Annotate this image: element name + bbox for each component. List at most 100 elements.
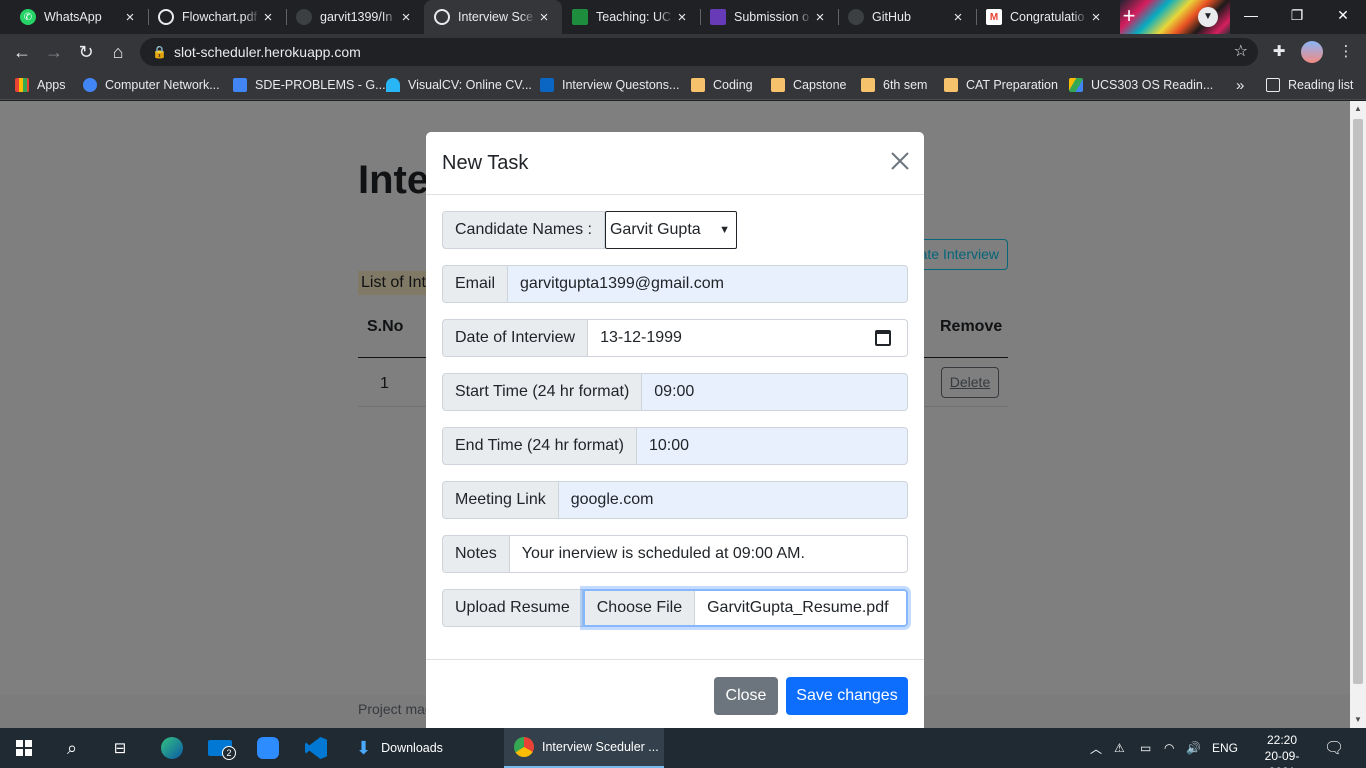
edge-icon[interactable] [148,728,196,768]
tab-search-icon[interactable]: ▼ [1198,7,1218,27]
kebab-menu-icon[interactable]: ⋮ [1336,42,1356,62]
show-hidden-icons-chevron-icon[interactable]: ︿ [1090,728,1102,768]
bookmark-label: Coding [713,78,753,92]
candidate-field-group: Candidate Names : Garvit Gupta ▼ [442,211,908,249]
date-field-group: Date of Interview 13-12-1999 [442,319,908,357]
tab-interview-scheduler[interactable]: Interview Sce × [424,0,562,34]
date-input[interactable]: 13-12-1999 [588,319,908,357]
close-tab-icon[interactable]: × [1088,9,1104,26]
candidate-select[interactable]: Garvit Gupta ▼ [604,211,737,249]
back-arrow-icon[interactable]: ← [10,40,34,64]
save-changes-button[interactable]: Save changes [786,677,908,715]
volume-icon[interactable]: 🔊 [1186,728,1201,768]
notifications-icon[interactable]: 🗨 [1324,728,1344,768]
classroom-icon [572,9,588,25]
vscode-icon[interactable] [292,728,340,768]
reading-list-label: Reading list [1288,78,1354,92]
tab-title: Submission o [734,10,810,24]
taskbar-app-chrome[interactable]: Interview Sceduler ... [504,728,664,768]
start-time-field-group: Start Time (24 hr format) 09:00 [442,373,908,411]
date-value: 13-12-1999 [600,329,682,346]
end-time-input[interactable]: 10:00 [636,427,908,465]
reload-icon[interactable]: ↻ [74,40,98,64]
bookmark-coding[interactable]: Coding [691,70,753,100]
battery-icon[interactable]: ▭ [1140,728,1151,768]
bookmark-star-icon[interactable]: ☆ [1234,38,1248,66]
bookmark-cat-preparation[interactable]: CAT Preparation [944,70,1058,100]
email-input[interactable]: garvitgupta1399@gmail.com [508,265,908,303]
resume-file-input[interactable]: Choose File GarvitGupta_Resume.pdf [582,589,908,627]
new-tab-button[interactable]: + [1118,5,1140,28]
window-close-icon[interactable]: ✕ [1320,0,1366,34]
meeting-link-input[interactable]: google.com [558,481,908,519]
extensions-puzzle-icon[interactable]: ✚ [1269,42,1289,62]
close-tab-icon[interactable]: × [260,9,276,26]
bookmark-interview-questions[interactable]: Interview Questons... [540,70,679,100]
bookmark-label: SDE-PROBLEMS - G... [255,78,386,92]
notes-input[interactable]: Your inerview is scheduled at 09:00 AM. [509,535,908,573]
forward-arrow-icon[interactable]: → [42,40,66,64]
bookmark-apps[interactable]: Apps [15,70,66,100]
more-bookmarks-chevron-icon[interactable]: » [1236,70,1244,100]
bookmark-computer-network[interactable]: Computer Network... [83,70,220,100]
resume-label: Upload Resume [442,589,583,627]
minimize-icon[interactable]: — [1228,0,1274,34]
bookmark-capstone[interactable]: Capstone [771,70,847,100]
globe-icon [434,9,450,25]
search-icon[interactable]: ⌕ [48,728,96,768]
whatsapp-icon: ✆ [20,9,36,25]
task-view-icon[interactable]: ⊟ [96,728,144,768]
page-scrollbar[interactable]: ▲ ▼ [1350,101,1366,728]
restore-icon[interactable]: ❐ [1274,0,1320,34]
scrollbar-thumb[interactable] [1353,119,1363,684]
choose-file-button[interactable]: Choose File [584,591,696,625]
wifi-icon[interactable]: ◠ [1164,728,1174,768]
reading-list-button[interactable]: Reading list [1266,70,1353,100]
home-icon[interactable]: ⌂ [106,40,130,64]
system-clock[interactable]: 22:20 20-09-2021 [1256,732,1308,768]
tab-teaching[interactable]: Teaching: UC × [562,0,700,34]
calendar-icon[interactable] [875,330,891,346]
tab-flowchart[interactable]: Flowchart.pdf × [148,0,286,34]
scroll-down-arrow-icon[interactable]: ▼ [1350,712,1366,728]
tab-whatsapp[interactable]: ✆ WhatsApp × [10,0,148,34]
bookmark-label: UCS303 OS Readin... [1091,78,1214,92]
bookmark-ucs303[interactable]: UCS303 OS Readin... [1069,70,1213,100]
scroll-up-arrow-icon[interactable]: ▲ [1350,101,1366,117]
end-time-label: End Time (24 hr format) [442,427,637,465]
mail-icon[interactable]: 2 [196,728,244,768]
language-indicator[interactable]: ENG [1212,728,1238,768]
github-icon [848,9,864,25]
folder-icon [944,78,958,92]
security-icon[interactable]: ⚠ [1114,728,1125,768]
close-tab-icon[interactable]: × [122,9,138,26]
bookmark-6th-sem[interactable]: 6th sem [861,70,927,100]
start-time-label: Start Time (24 hr format) [442,373,643,411]
edge-logo [161,737,183,759]
windows-start-icon[interactable] [0,728,48,768]
browser-toolbar: ← → ↻ ⌂ 🔒 slot-scheduler.herokuapp.com ☆… [0,34,1366,70]
close-tab-icon[interactable]: × [674,9,690,26]
tab-submission[interactable]: Submission o × [700,0,838,34]
close-icon[interactable] [888,149,912,173]
taskbar-app-downloads[interactable]: ⬇ Downloads [346,728,498,768]
bookmark-sde-problems[interactable]: SDE-PROBLEMS - G... [233,70,386,100]
tab-gmail[interactable]: M Congratulatio × [976,0,1114,34]
close-button[interactable]: Close [714,677,778,715]
profile-avatar[interactable] [1301,41,1323,63]
close-tab-icon[interactable]: × [398,9,414,26]
tab-title: Flowchart.pdf [182,10,258,24]
bookmark-visualcv[interactable]: VisualCV: Online CV... [386,70,532,100]
start-time-input[interactable]: 09:00 [642,373,908,411]
close-tab-icon[interactable]: × [950,9,966,26]
new-task-modal: New Task Candidate Names : Garvit Gupta … [426,132,924,728]
address-bar[interactable]: 🔒 slot-scheduler.herokuapp.com ☆ [140,38,1258,66]
zoom-icon[interactable] [244,728,292,768]
taskbar-app-label: Interview Sceduler ... [542,740,659,754]
close-tab-icon[interactable]: × [812,9,828,26]
meeting-link-field-group: Meeting Link google.com [442,481,908,519]
close-tab-icon[interactable]: × [536,9,552,26]
tab-github[interactable]: GitHub × [838,0,976,34]
tab-github-repo[interactable]: garvit1399/In × [286,0,424,34]
tab-title: WhatsApp [44,10,102,24]
